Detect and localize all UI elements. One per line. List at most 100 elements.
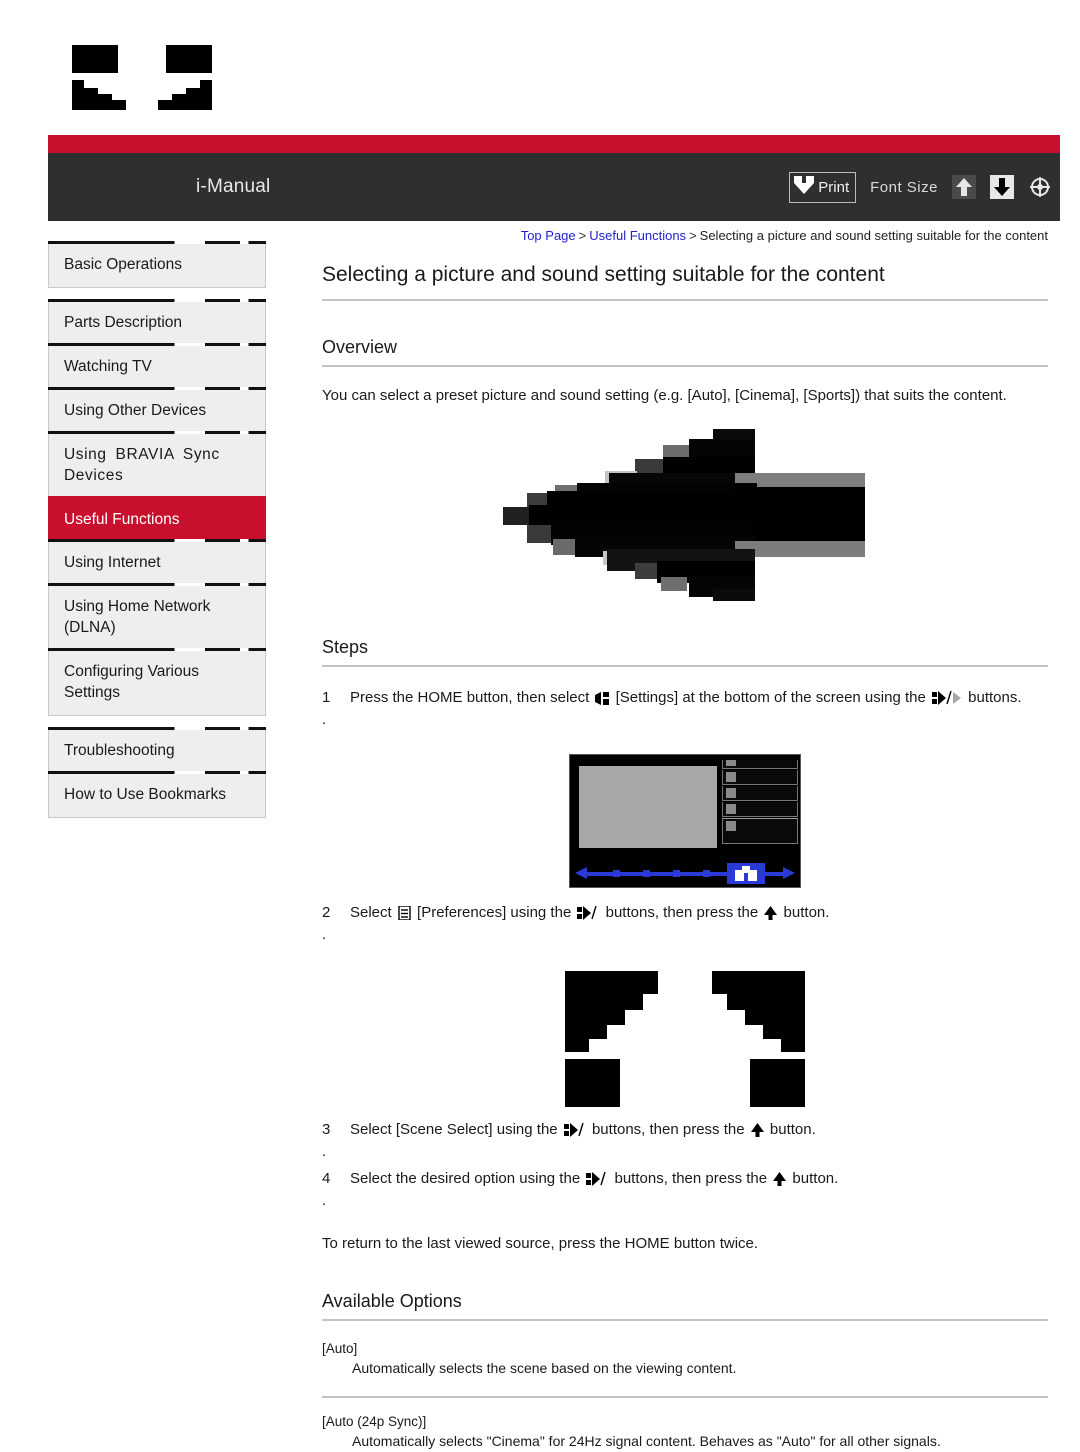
breadcrumb-link-top-page[interactable]: Top Page [521,228,576,243]
sidebar-item-using-home-network-dlna[interactable]: Using Home Network (DLNA) [48,583,266,652]
nav-group-3: Troubleshooting How to Use Bookmarks [48,727,266,818]
step-text-segment: Select the desired option using the [350,1169,585,1187]
steps-list: 1 . Press the HOME button, then select [… [322,687,1048,732]
breadcrumb-link-useful-functions[interactable]: Useful Functions [589,228,686,243]
preferences-icon [398,905,411,928]
enter-up-arrow-icon [764,905,778,928]
step-item-3: 3 . Select [Scene Select] using the butt… [322,1119,1048,1164]
enter-up-arrow-icon [773,1171,787,1194]
tv-bottom-nav-bar [575,862,795,884]
dpad-left-right-icon [931,690,962,713]
sidebar-navigation: Basic Operations Parts Description Watch… [48,241,266,832]
breadcrumb-separator: > [578,228,587,243]
step-text-segment: button. [779,903,830,921]
sidebar-item-label: Basic Operations [64,256,183,273]
step-text-segment: buttons, then press the [610,1169,772,1187]
nav-group-1: Basic Operations [48,241,266,288]
sidebar-item-label: Troubleshooting [64,742,175,760]
tv-preview-pane [579,765,717,848]
tv-nav-left-arrow-icon [575,866,587,879]
sidebar-item-using-internet[interactable]: Using Internet [48,539,266,587]
page-title: Selecting a picture and sound setting su… [322,261,1048,302]
tv-row-thumb [726,820,736,831]
option-name: [Auto] [322,1340,358,1356]
sidebar-item-label: Watching TV [64,357,152,375]
dpad-up-down-icon [563,1122,586,1145]
nav-group-2: Parts Description Watching TV Using Othe… [48,298,266,717]
step-item-1: 1 . Press the HOME button, then select [… [322,687,1048,732]
tv-row-thumb [726,787,736,798]
redacted-black-blocks-illustration [555,965,815,1107]
step-item-4: 4 . Select the desired option using the … [322,1168,1048,1213]
section-heading-available-options: Available Options [322,1291,1048,1321]
tv-menu-row [722,759,798,769]
step-number: 3 . [322,1120,333,1161]
settings-toolbox-icon [735,865,757,881]
step-text-segment: buttons, then press the [587,1120,749,1138]
sidebar-item-basic-operations[interactable]: Basic Operations [48,241,266,288]
step-text-segment: Press the HOME button, then select [350,688,594,706]
sidebar-item-using-bravia-sync-devices[interactable]: Using BRAVIA Sync Devices [48,430,266,499]
sidebar-item-parts-description[interactable]: Parts Description [48,298,266,346]
step-text-segment: buttons. [963,688,1022,706]
breadcrumb-separator: > [689,228,697,243]
overview-text: You can select a preset picture and soun… [322,387,1007,405]
sidebar-item-using-other-devices[interactable]: Using Other Devices [48,386,266,434]
sidebar-item-useful-functions[interactable]: Useful Functions [48,495,266,543]
tv-menu-row-selected [722,817,798,844]
step-text-segment: Select [Scene Select] using the [350,1120,562,1138]
breadcrumb: Top Page > Useful Functions > Selecting a pi… [322,228,1048,245]
sidebar-item-label: How to Use Bookmarks [64,785,226,803]
option-block-auto-24p-sync: [Auto (24p Sync)] Automatically selects … [322,1396,1048,1452]
sidebar-item-configuring-various-settings[interactable]: Configuring Various Settings [48,648,266,717]
section-heading-overview: Overview [322,337,1048,368]
steps-list-continued-2: 3 . Select [Scene Select] using the butt… [322,1119,1048,1213]
font-size-reset-icon[interactable] [1028,175,1052,199]
app-header: i-Manual Print Font Size [48,153,1060,221]
tv-nav-dot [643,869,650,877]
section-heading-steps: Steps [322,637,1048,667]
sidebar-item-label: Parts Description [64,313,183,331]
sidebar-item-troubleshooting[interactable]: Troubleshooting [48,727,266,774]
step-text-segment: button. [788,1169,839,1187]
tv-menu-row [722,801,798,817]
font-size-label: Font Size [870,178,938,196]
step-text: Press the HOME button, then select [Sett… [350,687,1022,732]
print-button-label: Print [818,178,850,196]
step-number: 4 . [322,1169,333,1210]
tv-row-thumb [726,759,736,766]
settings-suitcase-icon [595,690,610,713]
step-number: 2 . [322,903,333,944]
dpad-up-down-icon [586,1171,608,1194]
option-description: Automatically selects "Cinema" for 24Hz … [352,1433,941,1450]
step-text-segment: [Preferences] using the [412,903,576,921]
tv-menu-list [722,759,798,845]
sidebar-item-watching-tv[interactable]: Watching TV [48,342,266,390]
sidebar-item-label: Useful Functions [64,510,180,528]
sidebar-item-label: Using Other Devices [64,401,207,419]
breadcrumb-current: Selecting a picture and sound setting su… [699,228,1048,243]
brand-accent-bar [48,135,1060,153]
step-text: Select [Preferences] using the buttons, … [350,902,829,947]
sidebar-item-label: Using Home Network (DLNA) [64,598,211,637]
print-button[interactable]: Print [789,171,857,203]
step-number: 1 . [322,688,333,729]
step-text-segment: buttons, then press the [601,903,763,921]
steps-note: To return to the last viewed source, pre… [322,1234,759,1252]
tv-menu-row [722,769,798,785]
header-toolbar: Print Font Size [789,171,1052,203]
step-item-2: 2 . Select [Preferences] using the butto… [322,902,1048,947]
option-block-auto: [Auto] Automatically selects the scene b… [322,1341,1048,1379]
step-text: Select the desired option using the butt… [350,1168,838,1213]
tv-settings-selected-item [727,862,765,884]
main-content: Top Page > Useful Functions > Selecting a pi… [322,228,1048,1452]
step-text-segment: [Settings] at the bottom of the screen u… [611,688,930,706]
font-size-up-arrow-icon[interactable] [952,175,976,199]
font-size-down-arrow-icon[interactable] [990,175,1014,199]
tv-home-screen-mockup [569,753,801,888]
sidebar-item-how-to-use-bookmarks[interactable]: How to Use Bookmarks [48,770,266,818]
overview-pixelated-illustration [485,428,885,601]
sidebar-item-label: Using BRAVIA Sync Devices [64,445,220,484]
tv-figure-wrapper [322,753,1048,888]
step-text-segment: Select [350,903,396,921]
